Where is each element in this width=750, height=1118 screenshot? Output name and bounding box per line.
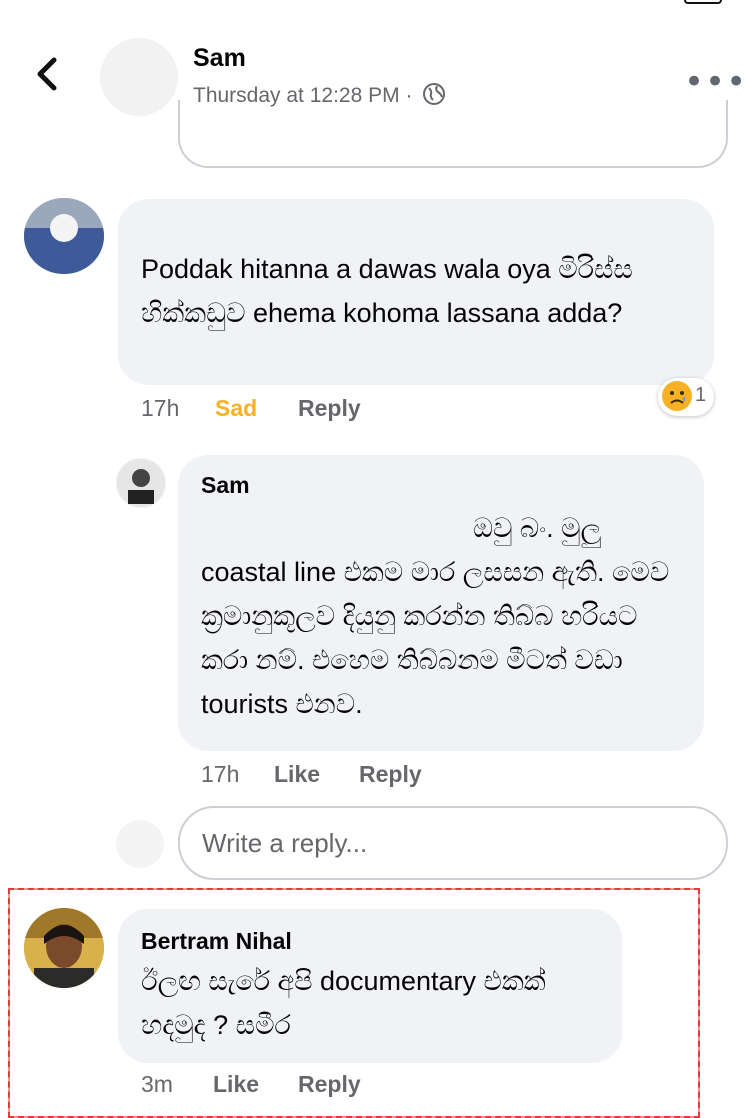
reply-input[interactable]: Write a reply... xyxy=(178,806,728,880)
avatar[interactable] xyxy=(100,38,178,116)
comment-meta: 17h Like Reply xyxy=(201,761,601,791)
comment-author[interactable]: Bertram Nihal xyxy=(141,928,292,955)
avatar[interactable] xyxy=(24,908,104,988)
reply-button[interactable]: Reply xyxy=(359,761,422,788)
comment-text: Poddak hitanna a dawas wala oya මිරිස්ස … xyxy=(141,254,633,328)
more-icon[interactable]: ••• xyxy=(684,62,747,102)
like-button[interactable]: Like xyxy=(274,761,320,788)
comment-meta: 3m Like Reply xyxy=(141,1071,541,1101)
post-author-name[interactable]: Sam xyxy=(193,44,246,73)
comment-time: 17h xyxy=(201,761,240,787)
battery-icon xyxy=(684,0,722,4)
sad-emoji-icon xyxy=(662,381,692,411)
sad-reaction-button[interactable]: Sad xyxy=(215,395,257,422)
comment-meta: 17h Sad Reply xyxy=(141,395,541,425)
avatar[interactable] xyxy=(24,198,104,274)
avatar xyxy=(116,820,164,868)
reaction-count: 1 xyxy=(695,384,707,406)
like-button[interactable]: Like xyxy=(213,1071,259,1098)
back-chevron-icon[interactable] xyxy=(30,52,66,96)
comment-time: 3m xyxy=(141,1071,173,1097)
previous-reply-box[interactable] xyxy=(178,100,728,168)
status-bar xyxy=(0,0,750,8)
comment-text: ඊලඟ සැරේ අපි documentary එකක් හදමුද ? සම… xyxy=(141,966,546,1040)
comment-text: ඔවු බං. මුලු coastal line එකම මාර ලසසන ඇ… xyxy=(201,513,670,719)
avatar[interactable] xyxy=(116,458,166,508)
comment-time: 17h xyxy=(141,395,180,421)
reply-button[interactable]: Reply xyxy=(298,395,361,422)
redacted-author xyxy=(140,212,370,240)
reply-button[interactable]: Reply xyxy=(298,1071,361,1098)
reply-placeholder: Write a reply... xyxy=(202,828,368,858)
reaction-summary[interactable]: 1 xyxy=(658,378,714,416)
comment-author[interactable]: Sam xyxy=(201,472,250,499)
